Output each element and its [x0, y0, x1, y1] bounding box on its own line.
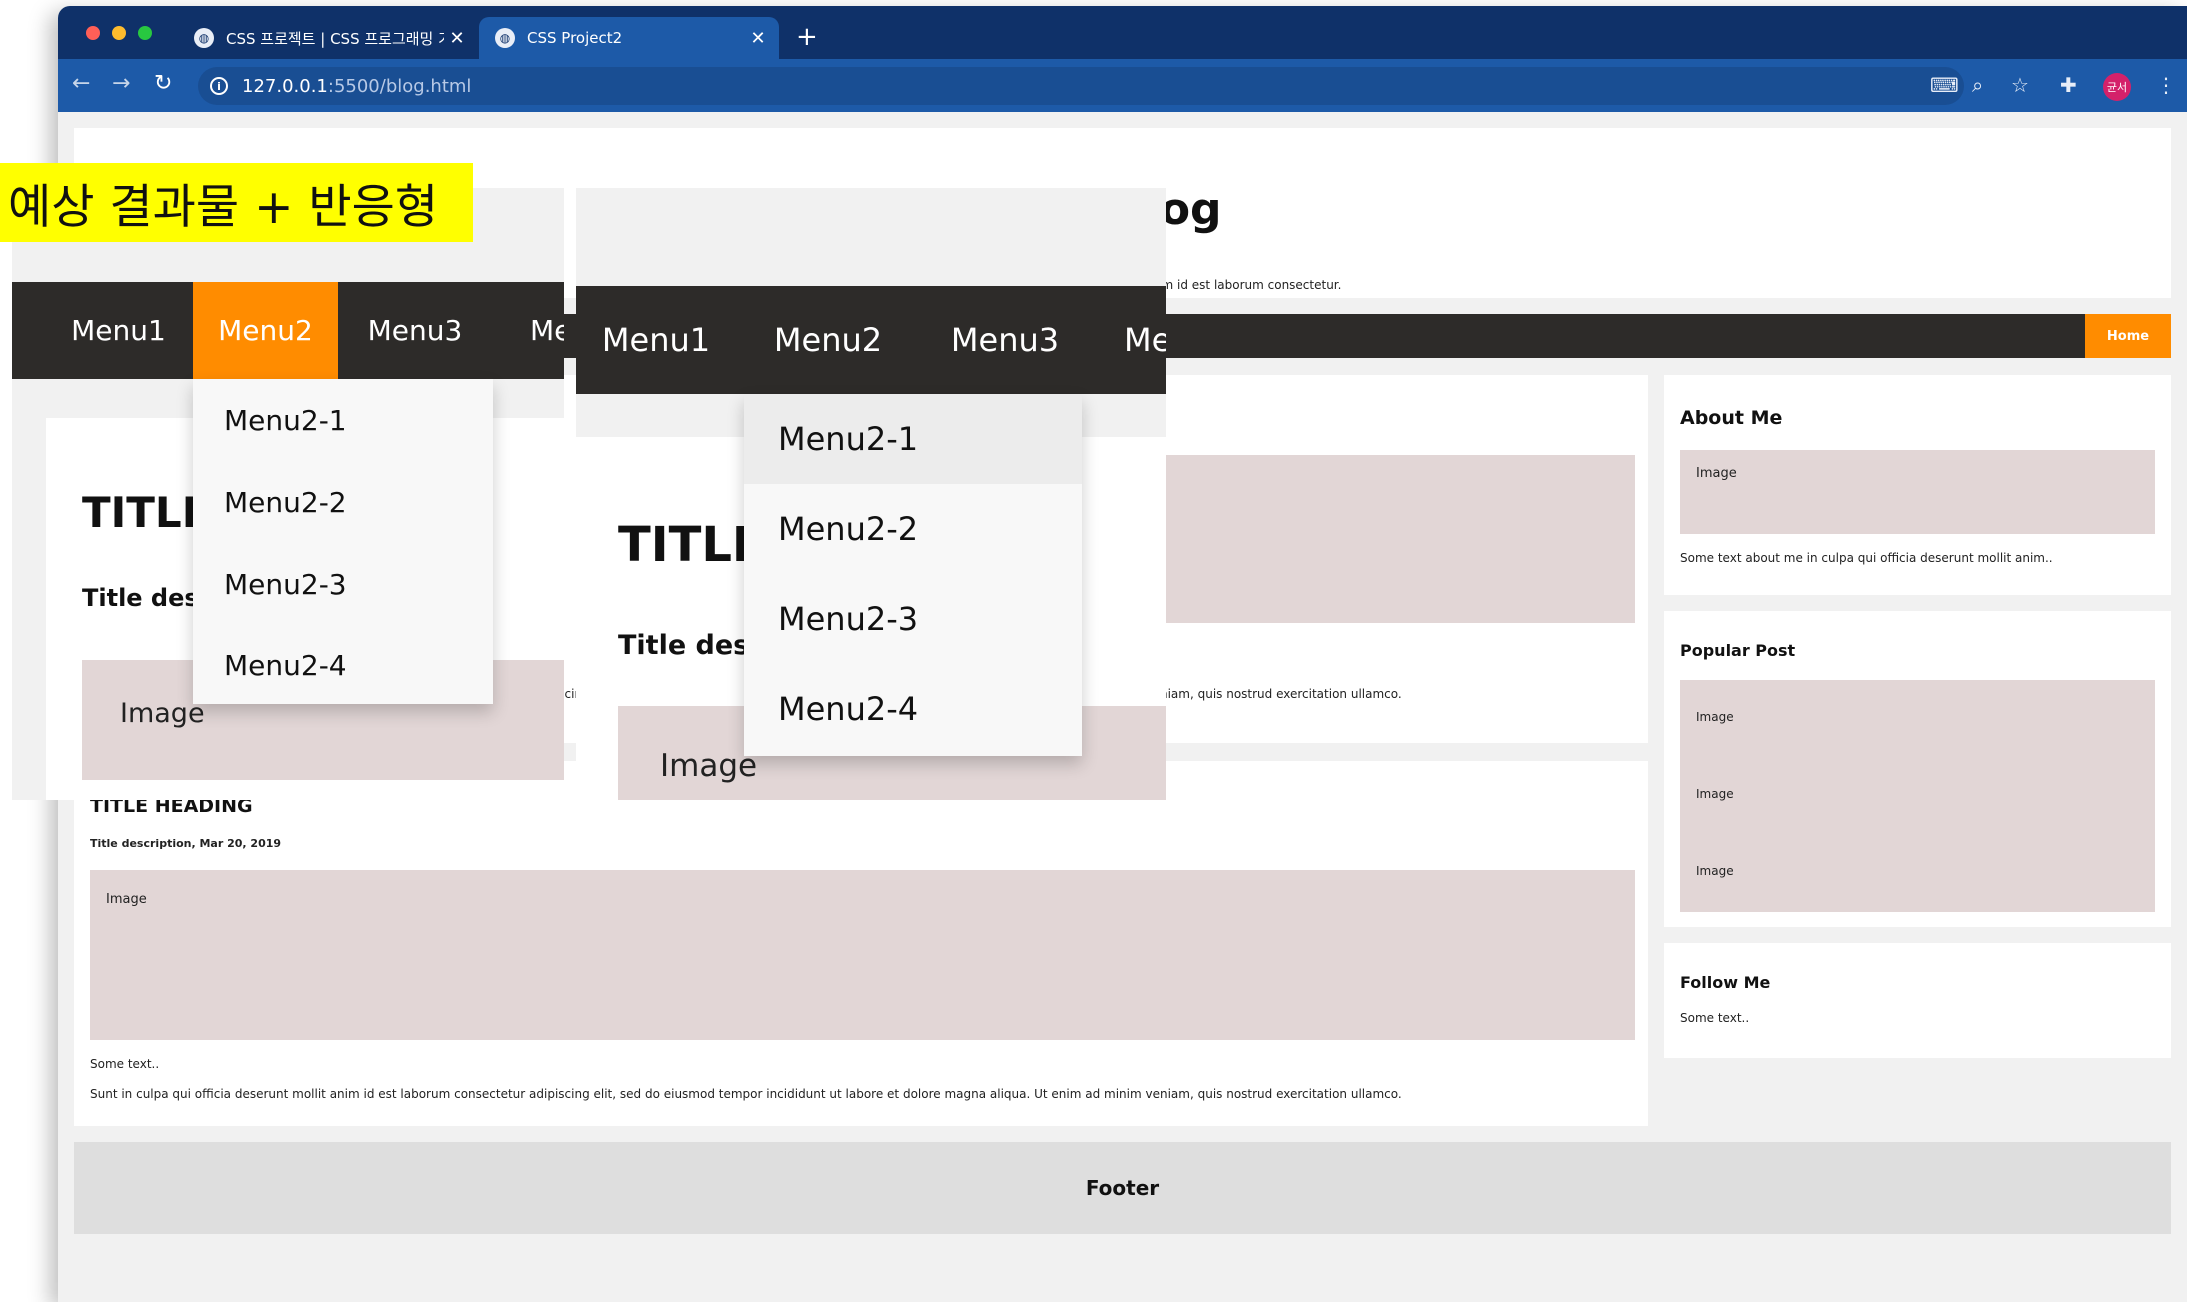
profile-avatar[interactable]: 균서 [2103, 73, 2131, 101]
forward-arrow-icon[interactable]: → [112, 71, 130, 96]
popular-image[interactable]: Image [1696, 864, 1734, 878]
popular-image[interactable]: Image [1696, 787, 1734, 801]
browser-toolbar: ← → ↻ i 127.0.0.1 :5500/blog.html ⌨ ⌕ ☆ … [58, 59, 2187, 112]
globe-icon: ◍ [194, 28, 214, 48]
url-path: :5500/blog.html [327, 75, 472, 97]
nav-home-link[interactable]: Home [2085, 314, 2171, 358]
post-card: TITLE HEADING Title description, Mar 20,… [74, 761, 1648, 1126]
close-tab-icon[interactable]: ✕ [444, 28, 470, 49]
preview-menu-item[interactable]: Menu1 [46, 282, 191, 379]
preview-dropdown: Menu2-1 Menu2-2 Menu2-3 Menu2-4 [744, 394, 1082, 756]
tab-css-project[interactable]: ◍ CSS 프로젝트 | CSS 프로그래밍 기 ✕ [178, 17, 478, 59]
about-heading: About Me [1680, 407, 1783, 429]
minimize-window-button[interactable] [112, 26, 126, 40]
dropdown-item[interactable]: Menu2-3 [193, 553, 493, 615]
follow-heading: Follow Me [1680, 973, 1771, 992]
more-menu-icon[interactable]: ⋮ [2156, 73, 2176, 97]
dropdown-item[interactable]: Menu2-4 [193, 634, 493, 696]
address-bar[interactable]: i 127.0.0.1 :5500/blog.html [198, 67, 1964, 105]
url-host: 127.0.0.1 [242, 75, 328, 97]
preview-large: Menu1 Menu2 Menu3 Menu4 TITLE Title desc… [576, 188, 1166, 800]
globe-icon: ◍ [495, 28, 515, 48]
new-tab-button[interactable]: + [796, 24, 818, 50]
dropdown-item[interactable]: Menu2-2 [744, 484, 1082, 574]
dropdown-item[interactable]: Menu2-2 [193, 471, 493, 533]
dropdown-item[interactable]: Menu2-1 [193, 389, 493, 451]
preview-menu-item[interactable]: Menu3 [920, 286, 1090, 394]
preview-menu-item[interactable]: Menu2 [744, 286, 912, 394]
preview-menu-item[interactable]: Menu3 [340, 282, 490, 379]
close-window-button[interactable] [86, 26, 100, 40]
tab-strip: ◍ CSS 프로젝트 | CSS 프로그래밍 기 ✕ ◍ CSS Project… [58, 6, 2187, 59]
extensions-puzzle-icon[interactable]: ✚ [2060, 73, 2077, 97]
post-text: Sunt in culpa qui officia deserunt molli… [90, 1087, 1402, 1101]
preview-menu-item[interactable]: Menu4 [1124, 286, 1166, 394]
popular-images: Image Image Image [1680, 680, 2155, 912]
follow-me-card: Follow Me Some text.. [1664, 943, 2171, 1058]
preview-menu-item[interactable]: Menu4 [530, 282, 564, 379]
preview-nav: Menu1 Menu2 Menu3 Menu4 [12, 282, 564, 379]
post-image: Image [90, 870, 1635, 1040]
preview-menu-item-active[interactable]: Menu2 [193, 282, 338, 379]
maximize-window-button[interactable] [138, 26, 152, 40]
bookmark-star-icon[interactable]: ☆ [2011, 73, 2029, 97]
dropdown-item[interactable]: Menu2-4 [744, 664, 1082, 754]
about-me-card: About Me Image Some text about me in cul… [1664, 375, 2171, 595]
tab-title: CSS 프로젝트 | CSS 프로그래밍 기 [226, 29, 444, 48]
preview-nav: Menu1 Menu2 Menu3 Menu4 [576, 286, 1166, 394]
dropdown-item[interactable]: Menu2-3 [744, 574, 1082, 664]
reload-icon[interactable]: ↻ [154, 71, 172, 96]
preview-menu-item[interactable]: Menu1 [576, 286, 736, 394]
about-text: Some text about me in culpa qui officia … [1680, 551, 2053, 565]
zoom-icon[interactable]: ⌕ [1972, 73, 1983, 97]
back-arrow-icon[interactable]: ← [72, 71, 90, 96]
preview-title: TITLE [82, 488, 211, 537]
tab-css-project2[interactable]: ◍ CSS Project2 ✕ [479, 17, 779, 59]
translate-icon[interactable]: ⌨ [1930, 73, 1959, 97]
expected-result-label: 예상 결과물 + 반응형 [0, 163, 473, 242]
post-some-text: Some text.. [90, 1057, 160, 1071]
close-tab-icon[interactable]: ✕ [745, 28, 771, 49]
follow-text: Some text.. [1680, 1011, 1750, 1025]
about-image: Image [1680, 450, 2155, 534]
tab-title: CSS Project2 [527, 29, 623, 47]
info-icon[interactable]: i [210, 77, 228, 95]
dropdown-item-hovered[interactable]: Menu2-1 [744, 394, 1082, 484]
popular-heading: Popular Post [1680, 641, 1796, 660]
popular-image[interactable]: Image [1696, 710, 1734, 724]
preview-dropdown: Menu2-1 Menu2-2 Menu2-3 Menu2-4 [193, 379, 493, 704]
popular-post-card: Popular Post Image Image Image [1664, 611, 2171, 927]
footer: Footer [74, 1142, 2171, 1234]
post-description: Title description, Mar 20, 2019 [90, 837, 282, 850]
preview-small: Menu1 Menu2 Menu3 Menu4 TITLE Title desc… [12, 188, 564, 800]
preview-title: TITLE [618, 517, 765, 573]
